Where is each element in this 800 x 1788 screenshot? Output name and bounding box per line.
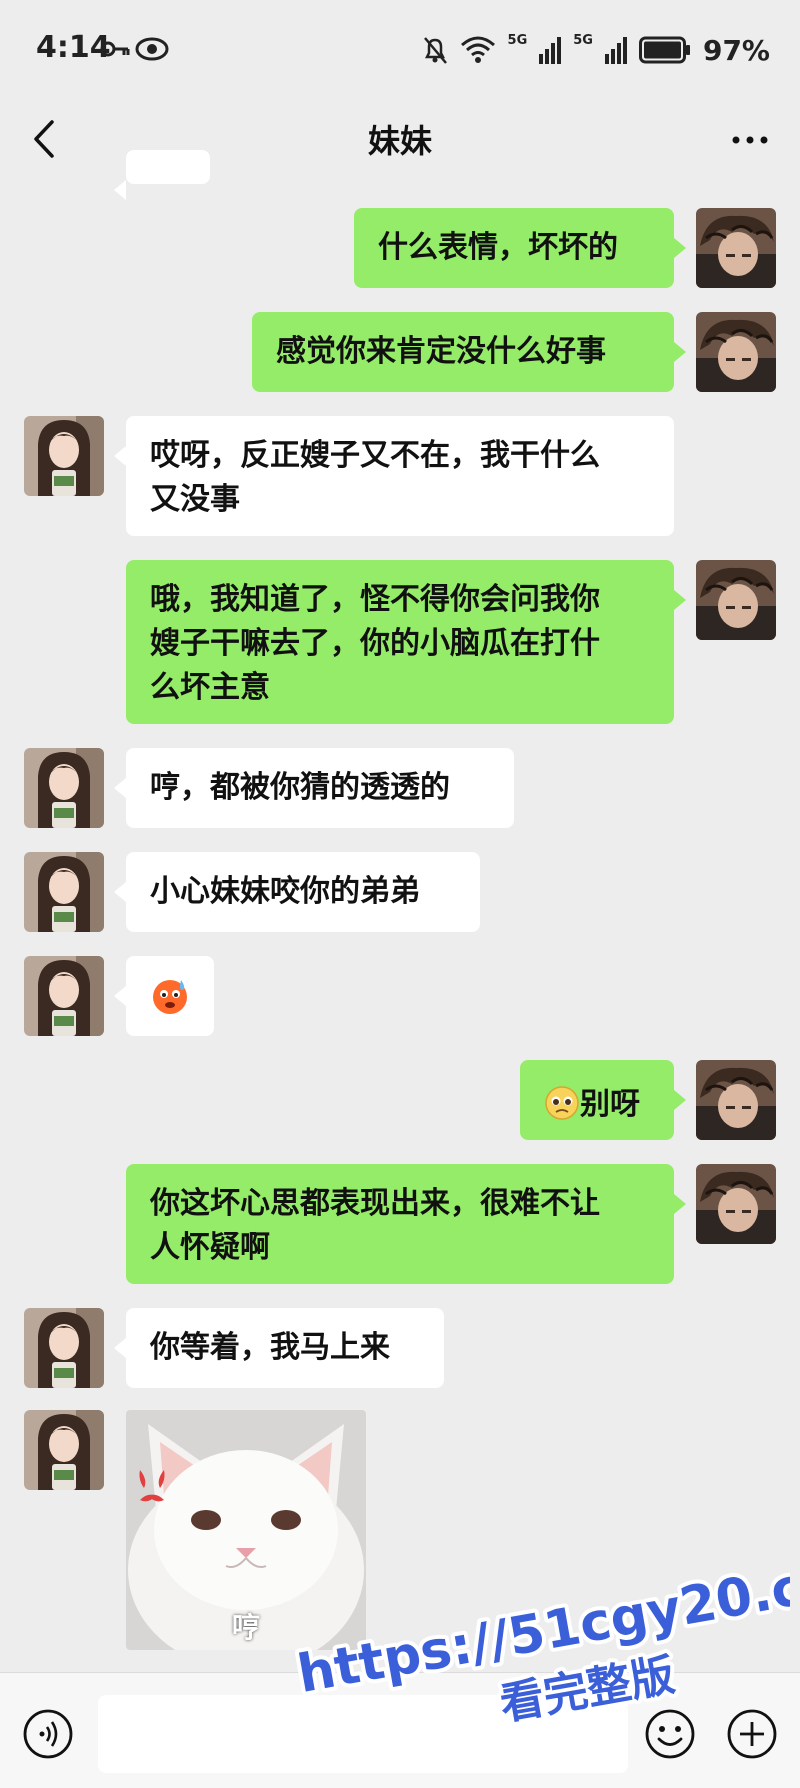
message-text: 你等着，我马上来 — [150, 1330, 390, 1365]
battery-percent: 97% — [702, 33, 770, 67]
contact-avatar[interactable] — [24, 852, 104, 932]
message-line: 人怀疑啊 — [150, 1230, 270, 1265]
contact-avatar[interactable] — [24, 416, 104, 496]
mute-bell-icon — [423, 37, 447, 64]
key-and-eye-icons — [100, 37, 169, 61]
message-line: 嫂子干嘛去了，你的小脑瓜在打什 — [150, 626, 600, 661]
message-input-field[interactable] — [98, 1695, 628, 1773]
my-avatar[interactable] — [696, 208, 776, 288]
my-avatar[interactable] — [696, 312, 776, 392]
message-bubble-received: 你等着，我马上来 — [114, 1308, 444, 1388]
message-bubble-received: 哎呀，反正嫂子又不在，我干什么 又没事 — [114, 416, 674, 536]
wifi-icon — [460, 36, 495, 63]
message-bubble-sent: 哦，我知道了，怪不得你会问我你 嫂子干嘛去了，你的小脑瓜在打什 么坏主意 — [126, 560, 686, 724]
my-avatar[interactable] — [696, 1060, 776, 1140]
message-line: 你这坏心思都表现出来，很难不让 — [150, 1186, 600, 1221]
add-more-icon[interactable] — [726, 1708, 778, 1760]
input-bar — [0, 1672, 800, 1788]
contact-avatar[interactable] — [24, 148, 104, 184]
status-right-group: 5G 5G 97% — [422, 30, 770, 70]
network-label-2: 5G — [573, 32, 593, 48]
signal-icon-1 — [539, 37, 562, 64]
contact-avatar[interactable] — [24, 956, 104, 1036]
message-line: 么坏主意 — [150, 670, 270, 705]
sticker-caption: 哼 — [231, 1611, 260, 1644]
message-text: 什么表情，坏坏的 — [378, 230, 618, 265]
anxious-sweat-face-icon — [153, 980, 187, 1014]
message-bubble-sent: 什么表情，坏坏的 — [354, 208, 686, 288]
more-options-icon[interactable] — [730, 120, 770, 160]
message-bubble-received — [114, 956, 214, 1036]
message-text: 哼，都被你猜的透透的 — [150, 770, 450, 805]
status-bar: 4:14 5G 5G 97% — [0, 0, 800, 100]
message-line: 哦，我知道了，怪不得你会问我你 — [150, 582, 600, 617]
contact-avatar[interactable] — [24, 1410, 104, 1490]
message-bubble-sent: 感觉你来肯定没什么好事 — [252, 312, 686, 392]
message-line: 哎呀，反正嫂子又不在，我干什么 — [150, 438, 600, 473]
my-avatar[interactable] — [696, 1164, 776, 1244]
chat-header: 妹妹 — [0, 100, 800, 180]
network-label-1: 5G — [507, 32, 528, 48]
message-bubble-sent: 你这坏心思都表现出来，很难不让 人怀疑啊 — [126, 1164, 686, 1284]
battery-icon — [638, 36, 690, 64]
message-text: 别呀 — [580, 1087, 640, 1122]
chat-title: 妹妹 — [367, 122, 432, 160]
message-text: 感觉你来肯定没什么好事 — [276, 334, 606, 369]
signal-icon-2 — [604, 37, 627, 64]
message-bubble-sent: 别呀 — [520, 1060, 686, 1140]
cat-sticker[interactable]: 哼 — [126, 1410, 366, 1650]
message-line: 又没事 — [150, 482, 240, 517]
message-bubble-partial — [114, 150, 210, 200]
pleading-face-icon — [545, 1086, 579, 1120]
contact-avatar[interactable] — [24, 1308, 104, 1388]
emoji-icon[interactable] — [644, 1708, 696, 1760]
voice-input-icon[interactable] — [22, 1708, 74, 1760]
message-bubble-received: 小心妹妹咬你的弟弟 — [114, 852, 480, 932]
message-bubble-received: 哼，都被你猜的透透的 — [114, 748, 514, 828]
contact-avatar[interactable] — [24, 748, 104, 828]
my-avatar[interactable] — [696, 560, 776, 640]
message-text: 小心妹妹咬你的弟弟 — [150, 874, 420, 909]
